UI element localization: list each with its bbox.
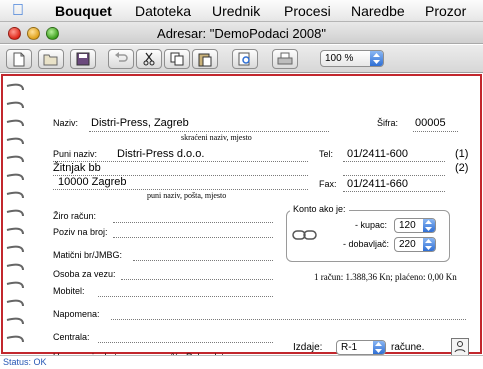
status-bar: Status: OK xyxy=(0,355,483,369)
menu-datoteka[interactable]: Datoteka xyxy=(135,3,191,19)
chevron-updown-icon xyxy=(423,238,435,251)
puni-naziv-label: Puni naziv: xyxy=(53,149,98,159)
izdaje-select[interactable]: R-1 xyxy=(336,340,386,355)
menu-app[interactable]: Bouquet xyxy=(55,3,112,19)
adresa1-field[interactable]: Žitnjak bb xyxy=(53,162,101,174)
adresa2-field[interactable]: 10000 Zagreb xyxy=(58,176,127,188)
chevron-updown-icon xyxy=(423,219,435,232)
spiral-binding-icon xyxy=(6,83,24,343)
new-icon[interactable] xyxy=(6,49,32,69)
centrala-field[interactable] xyxy=(98,342,273,343)
contact-card-button[interactable] xyxy=(451,338,469,356)
menu-naredbe[interactable]: Naredbe xyxy=(351,3,405,19)
izdaje-value: R-1 xyxy=(341,342,358,353)
kupac-select[interactable]: 120 xyxy=(394,218,436,233)
racune-label: račune. xyxy=(391,342,425,353)
link-chain-icon xyxy=(292,230,317,240)
open-icon[interactable] xyxy=(38,49,64,69)
kupac-value: 120 xyxy=(399,220,416,231)
window: Adresar: "DemoPodaci 2008" 100 % Naziv: … xyxy=(0,22,483,369)
toolbar: 100 % xyxy=(0,45,483,73)
maticni-label: Matični br/JMBG: xyxy=(53,250,123,260)
adresa2-underline xyxy=(53,189,308,190)
poziv-label: Poziv na broj: xyxy=(53,227,108,237)
naziv-label: Naziv: xyxy=(53,118,79,128)
menu-prozor[interactable]: Prozor xyxy=(425,3,466,19)
address-card: Naziv: Distri-Press, Zagreb skraćeni naz… xyxy=(1,74,482,363)
tel2-underline xyxy=(343,175,445,176)
menu-procesi[interactable]: Procesi xyxy=(284,3,331,19)
fax-field[interactable]: 01/2411-660 xyxy=(347,178,408,190)
print-icon[interactable] xyxy=(272,49,298,69)
naziv-field[interactable]: Distri-Press, Zagreb xyxy=(91,117,189,129)
tel-index-1: (1) xyxy=(455,148,469,160)
copy-icon[interactable] xyxy=(164,49,190,69)
find-icon[interactable] xyxy=(232,49,258,69)
poziv-field[interactable] xyxy=(113,237,273,238)
apple-menu-icon[interactable]:  xyxy=(12,2,24,20)
menu-urednik[interactable]: Urednik xyxy=(212,3,260,19)
tel-field[interactable]: 01/2411-600 xyxy=(347,148,408,160)
izdaje-label: Izdaje: xyxy=(293,342,323,353)
undo-icon[interactable] xyxy=(108,49,134,69)
mobitel-label: Mobitel: xyxy=(53,286,85,296)
chevron-updown-icon xyxy=(373,341,385,354)
sifra-field[interactable]: 00005 xyxy=(415,117,446,129)
konto-title: Konto ako je: xyxy=(290,204,349,214)
centrala-label: Centrala: xyxy=(53,332,90,342)
tel-label: Tel: xyxy=(319,149,334,159)
dobavljac-select[interactable]: 220 xyxy=(394,237,436,252)
racun-info: 1 račun: 1.388,36 Kn; plaćeno: 0,00 Kn xyxy=(314,272,457,282)
tel-underline xyxy=(343,161,445,162)
zoom-value: 100 % xyxy=(325,53,354,64)
osoba-field[interactable] xyxy=(121,279,273,280)
napomena-field[interactable] xyxy=(111,319,466,320)
window-title: Adresar: "DemoPodaci 2008" xyxy=(157,26,326,41)
naziv-underline xyxy=(89,131,329,132)
menu-bar:  Bouquet Datoteka Urednik Procesi Nared… xyxy=(0,0,483,22)
save-icon[interactable] xyxy=(70,49,96,69)
kupac-label: - kupac: xyxy=(355,220,388,230)
status-text: Status: OK xyxy=(3,357,47,367)
contact-card-icon xyxy=(454,341,466,353)
naziv-hint: skraćeni naziv, mjesto xyxy=(181,133,252,142)
zoom-select[interactable]: 100 % xyxy=(320,50,384,67)
ziro-field[interactable] xyxy=(113,222,273,223)
paste-icon[interactable] xyxy=(192,49,218,69)
mobitel-field[interactable] xyxy=(98,296,273,297)
fax-label: Fax: xyxy=(319,179,337,189)
dobavljac-value: 220 xyxy=(399,239,416,250)
title-bar[interactable]: Adresar: "DemoPodaci 2008" xyxy=(0,22,483,44)
fax-underline xyxy=(343,191,445,192)
puni-naziv-field[interactable]: Distri-Press d.o.o. xyxy=(117,148,204,160)
sifra-underline xyxy=(413,131,458,132)
cut-icon[interactable] xyxy=(136,49,162,69)
puni-naziv-hint: puni naziv, pošta, mjesto xyxy=(147,191,227,200)
ziro-label: Žiro račun: xyxy=(53,211,97,221)
napomena-label: Napomena: xyxy=(53,309,100,319)
dobavljac-label: - dobavljač: xyxy=(343,239,390,249)
chevron-updown-icon xyxy=(370,51,383,66)
sifra-label: Šifra: xyxy=(377,118,399,128)
tel-index-2: (2) xyxy=(455,162,469,174)
maticni-field[interactable] xyxy=(133,260,273,261)
osoba-label: Osoba za vezu: xyxy=(53,269,116,279)
